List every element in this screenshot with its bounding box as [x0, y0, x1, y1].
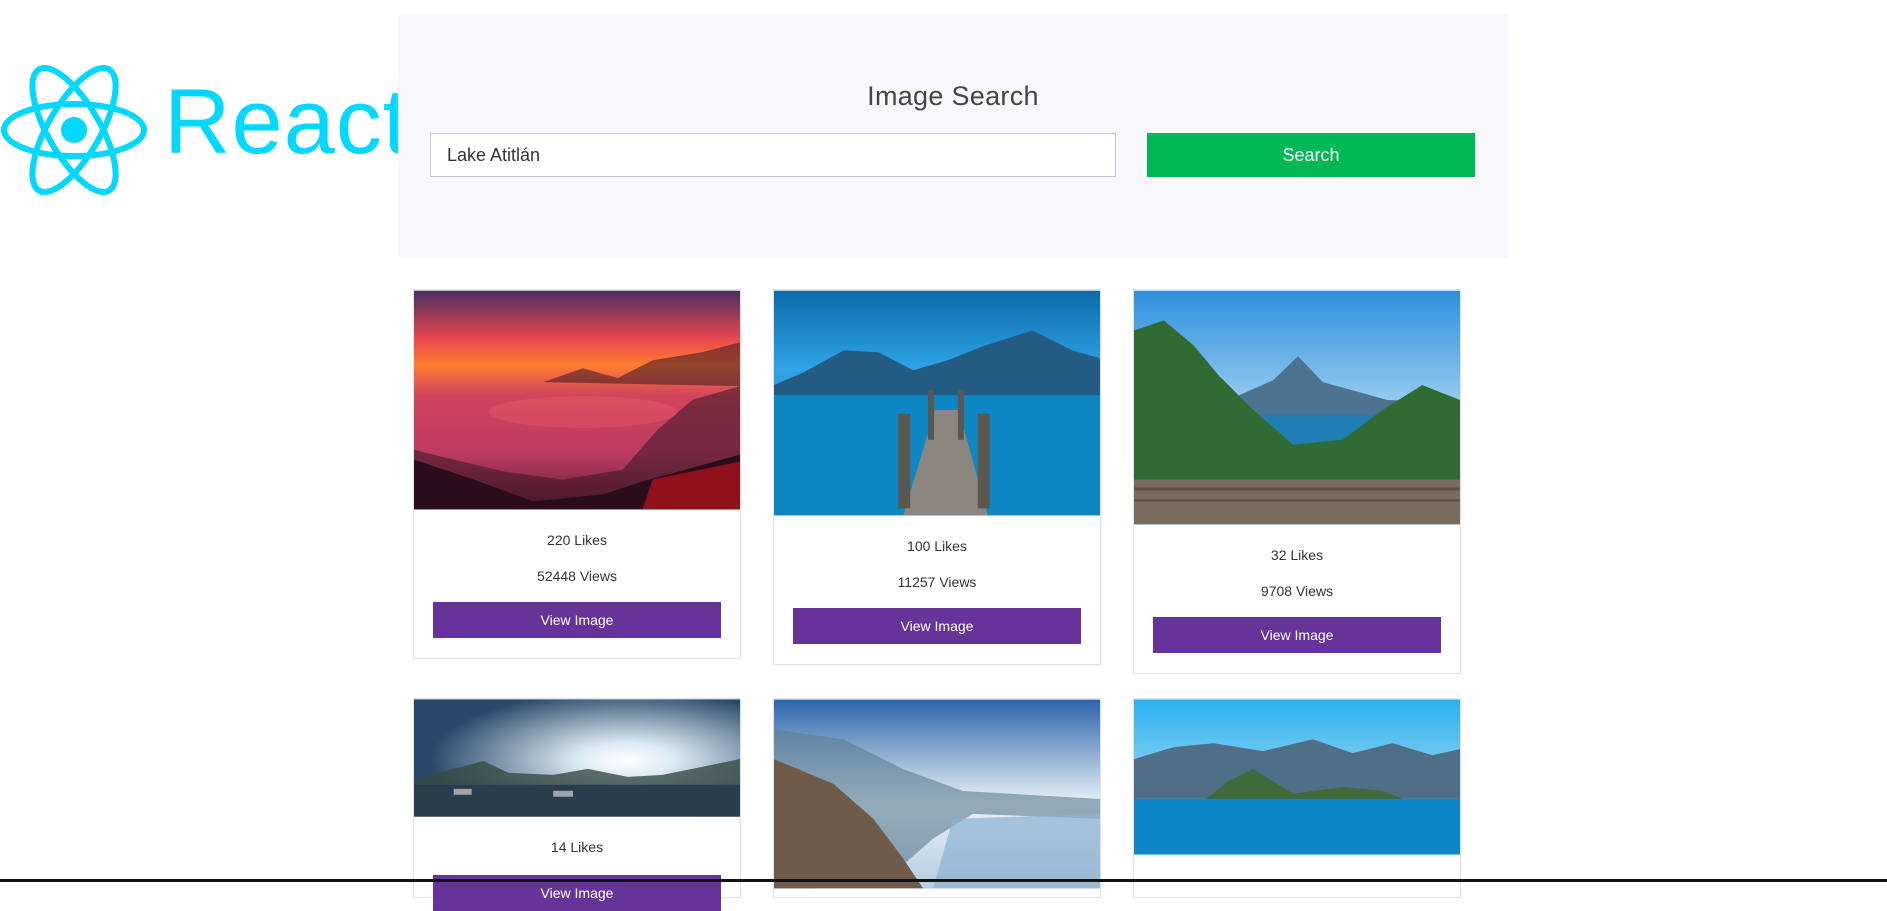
react-logo-text: React [164, 71, 410, 173]
likes-count: 14 Likes [550, 839, 604, 855]
image-card [1133, 698, 1461, 898]
views-count: 9708 Views [1260, 583, 1334, 599]
search-panel: Image Search Search [398, 15, 1508, 257]
likes-count: 32 Likes [1270, 547, 1324, 563]
image-card: 220 Likes 52448 Views View Image [413, 289, 741, 659]
likes-count: 100 Likes [907, 538, 967, 554]
search-input[interactable] [430, 133, 1116, 177]
image-thumbnail [774, 699, 1100, 889]
image-thumbnail [414, 290, 740, 510]
image-thumbnail [1134, 290, 1460, 525]
view-image-button[interactable]: View Image [793, 608, 1081, 644]
image-card: 100 Likes 11257 Views View Image [773, 289, 1101, 665]
views-count: 11257 Views [897, 574, 977, 590]
view-image-button[interactable]: View Image [1153, 617, 1441, 653]
react-atom-icon [1, 64, 147, 195]
search-button[interactable]: Search [1147, 133, 1475, 177]
image-card: 32 Likes 9708 Views View Image [1133, 289, 1461, 674]
likes-count: 220 Likes [547, 532, 607, 548]
page-title: Image Search [867, 81, 1039, 111]
image-thumbnail [774, 290, 1100, 516]
view-image-button[interactable]: View Image [433, 602, 721, 638]
image-card [773, 698, 1101, 898]
image-thumbnail [414, 699, 740, 817]
image-thumbnail [1134, 699, 1460, 855]
image-card: 14 Likes View Image [413, 698, 741, 911]
views-count: 52448 Views [537, 568, 617, 584]
